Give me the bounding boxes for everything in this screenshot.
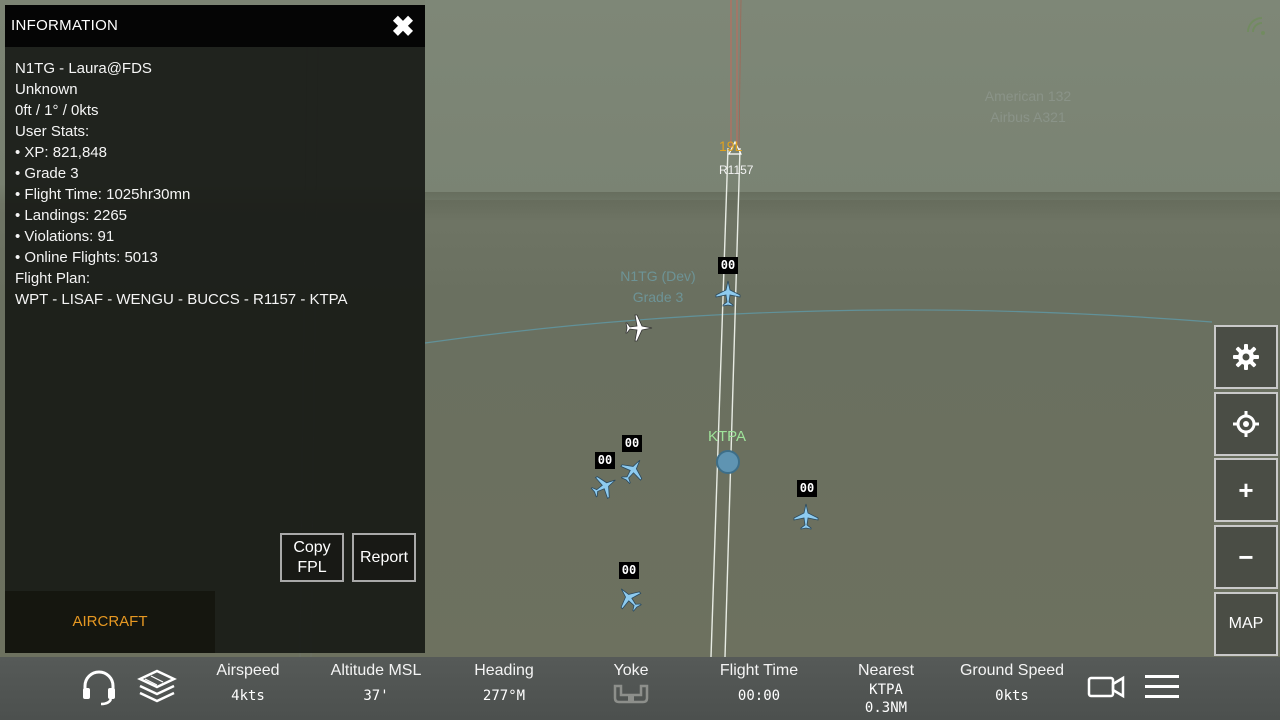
plus-icon: + <box>1238 475 1254 505</box>
approach-line-left <box>710 147 729 657</box>
violations-line: • Violations: 91 <box>15 228 115 245</box>
yoke-label: Yoke <box>613 662 649 679</box>
nearest-stat: Nearest KTPA 0.3NM <box>816 661 956 717</box>
camera-icon[interactable] <box>1086 667 1126 707</box>
airspeed-label: Airspeed <box>216 662 280 679</box>
selected-aircraft-label: N1TG (Dev) Grade 3 <box>598 266 718 308</box>
range-arc <box>424 309 1213 344</box>
flight-time-line: • Flight Time: 1025hr30mn <box>15 186 191 203</box>
horizon <box>425 192 1280 222</box>
menu-icon[interactable] <box>1143 667 1183 707</box>
traffic-tag: 00 <box>619 562 639 579</box>
flight-time-stat: Flight Time 00:00 <box>689 661 829 706</box>
zoom-out-button[interactable]: − <box>1214 525 1278 589</box>
flight-plan-route: WPT - LISAF - WENGU - BUCCS - R1157 - KT… <box>15 291 348 308</box>
selected-aircraft-grade: Grade 3 <box>632 289 684 305</box>
locate-button[interactable] <box>1214 392 1278 456</box>
aircraft-type-line: Unknown <box>15 81 78 98</box>
yoke-icon[interactable] <box>611 682 651 706</box>
sky-background <box>425 0 1280 200</box>
zoom-in-button[interactable]: + <box>1214 458 1278 522</box>
online-flights-line: • Online Flights: 5013 <box>15 249 158 266</box>
gear-icon <box>1233 344 1259 370</box>
traffic-aircraft-icon[interactable] <box>793 503 819 530</box>
ground-speed-label: Ground Speed <box>959 662 1065 679</box>
airport-label[interactable]: KTPA <box>708 428 746 445</box>
heading-label: Heading <box>474 662 534 679</box>
heading-value: 277°M <box>482 688 526 704</box>
airspeed-stat: Airspeed 4kts <box>178 661 318 706</box>
ground-speed-stat: Ground Speed 0kts <box>942 661 1082 706</box>
ground-speed-value: 0kts <box>995 688 1029 704</box>
flight-time-label: Flight Time <box>719 662 799 679</box>
airspeed-value: 4kts <box>231 688 265 704</box>
flight-plan-heading: Flight Plan: <box>15 270 91 287</box>
traffic-tag: 00 <box>718 257 738 274</box>
close-button[interactable]: ✖ <box>383 9 423 45</box>
altitude-stat: Altitude MSL 37' <box>306 661 446 706</box>
xp-line: • XP: 821,848 <box>15 144 107 161</box>
headset-icon[interactable] <box>79 667 119 707</box>
traffic-tag: 00 <box>797 480 817 497</box>
information-details: N1TG - Laura@FDS Unknown 0ft / 1° / 0kts… <box>15 58 415 310</box>
yoke-control[interactable]: Yoke <box>561 661 701 711</box>
landings-line: • Landings: 2265 <box>15 207 128 224</box>
map-button[interactable]: MAP <box>1214 592 1278 656</box>
traffic-tag: 00 <box>595 452 615 469</box>
altitude-label: Altitude MSL <box>330 662 422 679</box>
altitude-heading-speed-line: 0ft / 1° / 0kts <box>15 102 99 119</box>
altitude-value: 37' <box>363 688 389 704</box>
traffic-aircraft-icon[interactable] <box>588 470 622 503</box>
copy-fpl-button[interactable]: Copy FPL <box>280 533 344 582</box>
nearest-label: Nearest <box>857 662 915 679</box>
other-aircraft-callsign: American 132 <box>984 88 1072 104</box>
information-title: INFORMATION <box>11 17 119 34</box>
aircraft-tab[interactable]: AIRCRAFT <box>5 591 215 653</box>
copy-fpl-label-line1: Copy <box>293 539 331 556</box>
flight-time-value: 00:00 <box>737 688 781 704</box>
airport-marker-icon[interactable] <box>716 450 740 474</box>
runway-number: 19L <box>719 138 743 154</box>
bottom-bar: Airspeed 4kts Altitude MSL 37' Heading 2… <box>0 657 1280 720</box>
approach-line-right <box>724 147 741 657</box>
user-stats-heading: User Stats: <box>15 123 90 140</box>
settings-button[interactable] <box>1214 325 1278 389</box>
other-aircraft-label: American 132 Airbus A321 <box>962 86 1094 128</box>
other-aircraft-type: Airbus A321 <box>990 109 1066 125</box>
crosshair-icon <box>1233 411 1259 437</box>
selected-aircraft-callsign: N1TG (Dev) <box>620 268 696 284</box>
callsign-line: N1TG - Laura@FDS <box>15 60 152 77</box>
minus-icon: − <box>1238 542 1254 572</box>
nearest-airport: KTPA <box>869 682 903 698</box>
nearest-distance: 0.3NM <box>864 700 908 716</box>
grade-line: • Grade 3 <box>15 165 79 182</box>
report-button[interactable]: Report <box>352 533 416 582</box>
traffic-aircraft-icon[interactable] <box>715 280 741 307</box>
copy-fpl-label-line2: FPL <box>297 559 327 576</box>
selected-aircraft-icon[interactable] <box>625 314 653 342</box>
traffic-aircraft-icon[interactable] <box>612 581 646 616</box>
traffic-aircraft-icon[interactable] <box>616 453 650 487</box>
waypoint-label: R1157 <box>719 163 754 177</box>
map-button-label: MAP <box>1228 615 1264 632</box>
information-header: INFORMATION ✖ <box>5 5 425 47</box>
traffic-tag: 00 <box>622 435 642 452</box>
information-panel: INFORMATION ✖ N1TG - Laura@FDS Unknown 0… <box>5 5 425 653</box>
heading-stat: Heading 277°M <box>434 661 574 706</box>
layers-icon[interactable] <box>137 667 177 707</box>
